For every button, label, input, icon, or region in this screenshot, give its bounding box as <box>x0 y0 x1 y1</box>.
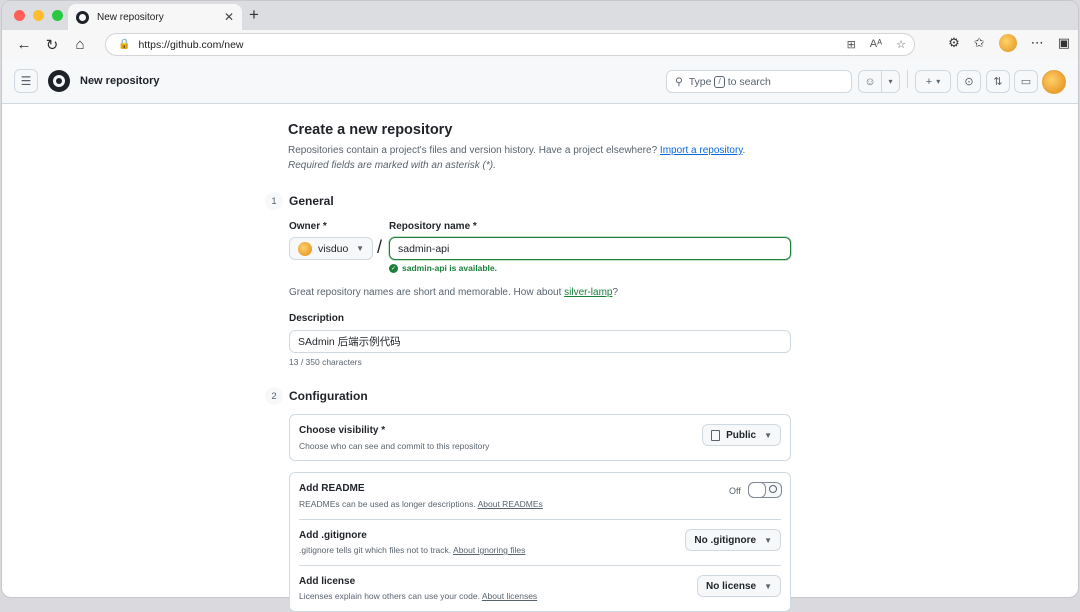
options-box: Add README READMEs can be used as longer… <box>289 472 791 612</box>
intro-end: . <box>742 145 746 156</box>
intro-sentence: Repositories contain a project's files a… <box>288 145 658 156</box>
readme-toggle[interactable] <box>748 482 782 498</box>
readme-title: Add README <box>299 483 365 494</box>
gitignore-desc: .gitignore tells git which files not to … <box>299 545 525 555</box>
configuration-title: Configuration <box>289 389 368 403</box>
page-content: Create a new repository Repositories con… <box>0 0 1080 612</box>
license-select[interactable]: No license ▼ <box>697 575 781 597</box>
owner-avatar <box>298 241 312 256</box>
gitignore-value: No .gitignore <box>694 534 757 546</box>
visibility-title: Choose visibility * <box>299 425 386 436</box>
options-divider <box>299 519 781 520</box>
step-number: 1 <box>265 192 283 210</box>
suggestion-text: Great repository names are short and mem… <box>289 287 562 298</box>
suggestion-end: ? <box>612 287 619 298</box>
required-note: Required fields are marked with an aster… <box>288 160 496 171</box>
visibility-desc: Choose who can see and commit to this re… <box>299 441 490 451</box>
general-section-header: 1 General <box>265 192 334 210</box>
about-licenses-link[interactable]: About licenses <box>482 591 537 601</box>
toggle-off-icon <box>769 485 777 493</box>
owner-select[interactable]: visduo ▼ <box>289 237 373 260</box>
suggested-name-link[interactable]: silver-lamp <box>564 287 612 298</box>
chevron-down-icon: ▼ <box>764 430 772 440</box>
gitignore-title: Add .gitignore <box>299 530 367 541</box>
options-divider <box>299 565 781 566</box>
chevron-down-icon: ▼ <box>764 581 772 591</box>
description-label: Description <box>289 313 345 324</box>
license-value: No license <box>706 580 757 592</box>
gitignore-desc-text: .gitignore tells git which files not to … <box>299 545 452 555</box>
name-suggestion: Great repository names are short and mem… <box>289 287 618 298</box>
intro-text: Repositories contain a project's files a… <box>288 143 792 158</box>
repo-name-label: Repository name * <box>389 221 477 232</box>
chevron-down-icon: ▼ <box>764 535 772 545</box>
availability-text: sadmin-api is available. <box>402 263 497 273</box>
readme-desc: READMEs can be used as longer descriptio… <box>299 499 543 509</box>
about-readmes-link[interactable]: About READMEs <box>478 499 543 509</box>
repo-name-input[interactable]: sadmin-api <box>389 237 791 260</box>
readme-toggle-label: Off <box>729 486 741 496</box>
owner-repo-slash: / <box>377 237 383 257</box>
visibility-box: Choose visibility * Choose who can see a… <box>289 414 791 461</box>
license-desc: Licenses explain how others can use your… <box>299 591 537 601</box>
description-input[interactable]: SAdmin 后端示例代码 <box>289 330 791 353</box>
visibility-select[interactable]: Public ▼ <box>702 424 781 446</box>
general-title: General <box>289 194 334 208</box>
gitignore-select[interactable]: No .gitignore ▼ <box>685 529 781 551</box>
check-circle-icon: ✓ <box>389 263 398 273</box>
readme-desc-text: READMEs can be used as longer descriptio… <box>299 499 476 509</box>
owner-label: Owner * <box>289 221 327 232</box>
availability-message: ✓ sadmin-api is available. <box>389 263 497 273</box>
license-desc-text: Licenses explain how others can use your… <box>299 591 480 601</box>
visibility-value: Public <box>726 429 757 441</box>
step-number: 2 <box>265 387 283 405</box>
chevron-down-icon: ▼ <box>356 244 364 253</box>
description-char-count: 13 / 350 characters <box>289 357 362 367</box>
about-ignoring-files-link[interactable]: About ignoring files <box>453 545 525 555</box>
import-repository-link[interactable]: Import a repository <box>660 145 743 156</box>
new-repo-form: Create a new repository Repositories con… <box>288 122 792 173</box>
page-title: Create a new repository <box>288 122 453 138</box>
license-title: Add license <box>299 576 356 587</box>
owner-value: visduo <box>318 242 349 255</box>
repo-book-icon <box>711 429 721 441</box>
toggle-knob <box>748 482 766 498</box>
configuration-section-header: 2 Configuration <box>265 387 368 405</box>
